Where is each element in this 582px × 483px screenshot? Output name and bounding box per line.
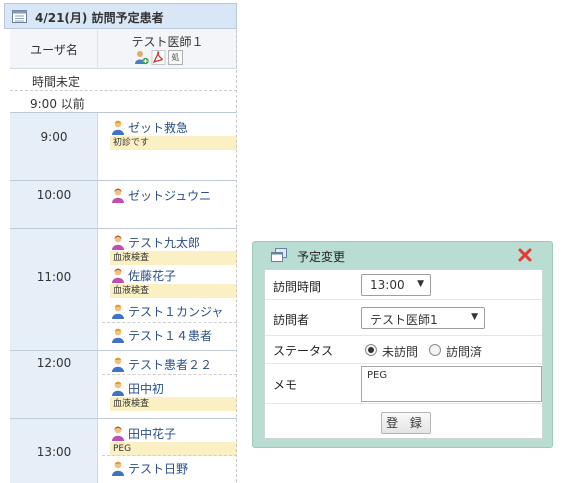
row-divider	[102, 455, 237, 456]
female-patient-icon	[112, 268, 124, 283]
status-unvisited-label[interactable]: 未訪問	[382, 343, 418, 360]
patient-name[interactable]: ゼットジュウニ	[128, 187, 211, 204]
patient-name[interactable]: テスト１カンジャ	[128, 303, 223, 320]
before-nine-row: 9:00 以前	[10, 91, 237, 113]
user-column-label: ユーザ名	[30, 43, 78, 57]
visit-time-label: 訪問時間	[273, 280, 322, 294]
pdf-icon[interactable]	[151, 50, 166, 65]
dialog-form: 訪問時間 13:00 ▼ 訪問者 テスト医師1 ▼ ステータス 未訪問 訪問済 …	[264, 269, 543, 439]
patient-name[interactable]: テスト１４患者	[128, 327, 212, 344]
hour-label-12: 12:00	[10, 351, 98, 418]
appointment-memo: PEG	[110, 442, 237, 456]
appointment-memo: 血液検査	[110, 397, 237, 411]
patient-name[interactable]: ゼット救急	[128, 119, 188, 136]
male-patient-icon	[112, 328, 124, 343]
prescription-icon[interactable]: 処	[168, 50, 183, 65]
save-button[interactable]: 登 録	[381, 412, 431, 434]
appointment-memo: 初診です	[110, 136, 237, 150]
time-undefined-label: 時間未定	[32, 75, 81, 89]
hour-label-10: 10:00	[10, 181, 98, 228]
status-unvisited-radio[interactable]	[365, 344, 377, 356]
hour-label-11: 11:00	[10, 229, 98, 350]
male-patient-icon	[112, 120, 124, 135]
doctor-name[interactable]: テスト医師１	[98, 33, 237, 50]
hour-label-9: 9:00	[10, 113, 98, 180]
hour-block-9: 9:00 ゼット救急 初診です	[10, 113, 237, 181]
doctor-column-header: テスト医師１ 処	[98, 29, 237, 69]
schedule-change-dialog: 予定変更 訪問時間 13:00 ▼ 訪問者 テスト医師1 ▼ ステータス 未訪問…	[252, 241, 553, 448]
visitor-row: 訪問者 テスト医師1 ▼	[265, 300, 542, 336]
add-user-icon[interactable]	[134, 50, 149, 65]
male-patient-icon	[112, 357, 124, 372]
memo-label: メモ	[273, 378, 298, 392]
column-divider	[236, 30, 237, 482]
patient-name[interactable]: テスト患者２２	[128, 356, 212, 373]
visitor-select[interactable]: テスト医師1 ▼	[361, 307, 485, 329]
user-column-header: ユーザ名	[10, 29, 98, 69]
time-undefined-row: 時間未定	[10, 69, 237, 91]
female-patient-icon	[112, 188, 124, 203]
hour-block-11: 11:00 テスト九太郎 血液検査 佐藤花子 血液検査 テスト１カンジャ テスト…	[10, 229, 237, 351]
status-visited-label[interactable]: 訪問済	[446, 343, 482, 360]
chevron-down-icon: ▼	[417, 279, 424, 289]
visit-time-row: 訪問時間 13:00 ▼	[265, 270, 542, 300]
schedule-title: 4/21(月) 訪問予定患者	[35, 11, 164, 25]
calendar-icon	[12, 10, 27, 23]
patient-name[interactable]: 田中初	[128, 380, 164, 397]
male-patient-icon	[112, 381, 124, 396]
patient-name[interactable]: テスト九太郎	[128, 234, 200, 251]
patient-name[interactable]: 佐藤花子	[128, 267, 176, 284]
female-patient-icon	[112, 426, 124, 441]
memo-textarea[interactable]: PEG	[361, 366, 542, 402]
hour-block-12: 12:00 テスト患者２２ 田中初 血液検査	[10, 351, 237, 419]
hour-block-13: 13:00 田中花子 PEG テスト日野	[10, 419, 237, 483]
appointment-memo: 血液検査	[110, 251, 237, 265]
patient-name[interactable]: テスト日野	[128, 460, 188, 477]
status-row: ステータス 未訪問 訪問済	[265, 336, 542, 364]
window-icon	[271, 248, 287, 262]
chevron-down-icon: ▼	[471, 312, 478, 322]
hour-block-10: 10:00 ゼットジュウニ	[10, 181, 237, 229]
dialog-title: 予定変更	[297, 250, 346, 264]
visitor-label: 訪問者	[273, 313, 310, 327]
visit-time-select[interactable]: 13:00 ▼	[361, 274, 431, 296]
row-divider	[102, 374, 237, 375]
status-label: ステータス	[273, 344, 334, 358]
before-nine-label: 9:00 以前	[30, 97, 85, 111]
hour-label-13: 13:00	[10, 419, 98, 483]
male-patient-icon	[112, 304, 124, 319]
schedule-header: 4/21(月) 訪問予定患者	[4, 3, 237, 29]
status-visited-radio[interactable]	[429, 344, 441, 356]
male-patient-icon	[112, 461, 124, 476]
close-icon[interactable]	[517, 247, 533, 263]
row-divider	[102, 322, 237, 323]
female-patient-icon	[112, 235, 124, 250]
visit-schedule: 4/21(月) 訪問予定患者 ユーザ名 テスト医師１ 処 時間未定 9:00 以…	[4, 3, 237, 483]
appointment-memo: 血液検査	[110, 284, 237, 298]
patient-name[interactable]: 田中花子	[128, 425, 176, 442]
